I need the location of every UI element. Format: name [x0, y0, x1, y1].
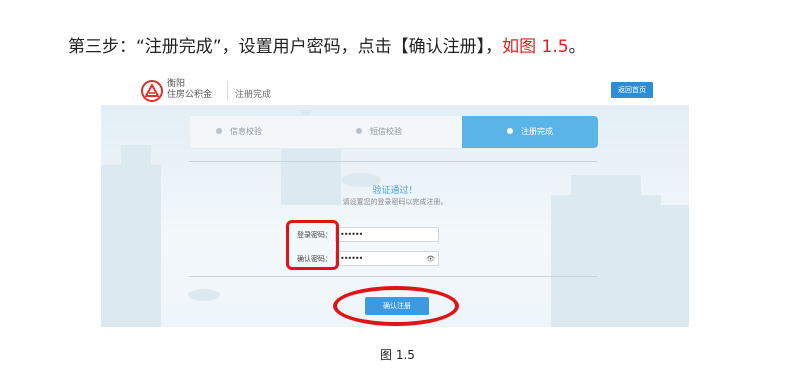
divider [189, 161, 597, 162]
eye-icon[interactable]: 👁 [426, 253, 435, 266]
confirm-password-input[interactable]: •••••• 👁 [335, 251, 439, 266]
step-dot-icon [216, 127, 222, 134]
step-3: 注册完成 [462, 116, 598, 148]
home-button[interactable]: 返回首页 [611, 82, 653, 98]
step-1: 信息校验 [216, 116, 262, 148]
figure-reference: 如图 1.5 [502, 37, 569, 57]
step-1-label: 信息校验 [230, 127, 262, 136]
registration-screenshot: 衡阳 住房公积金 注册完成 返回首页 信息校验 短信校验 注册完成 验证通过！ … [101, 75, 689, 327]
instruction-main: 第三步：“注册完成”，设置用户密码，点击【确认注册】， [68, 37, 503, 57]
logo-line1: 衡阳 [167, 79, 186, 89]
instruction-text: 第三步：“注册完成”，设置用户密码，点击【确认注册】，如图 1.5。 [68, 32, 586, 57]
divider [189, 276, 597, 277]
step-dot-icon [356, 127, 362, 134]
header-divider [227, 81, 228, 101]
figure-caption: 图 1.5 [380, 348, 415, 362]
highlight-oval [333, 286, 459, 326]
instruction-end: 。 [568, 37, 586, 57]
site-header: 衡阳 住房公积金 注册完成 返回首页 [101, 75, 689, 105]
logo-text: 衡阳 住房公积金 [167, 79, 221, 101]
success-title: 验证通过！ [372, 186, 418, 196]
logo-line2: 住房公积金 [167, 90, 213, 100]
logo-icon [141, 80, 163, 102]
password-input[interactable]: •••••• [335, 227, 439, 242]
breadcrumb: 注册完成 [235, 90, 272, 100]
step-2-label: 短信校验 [370, 127, 402, 136]
step-progress: 信息校验 短信校验 注册完成 [189, 115, 598, 149]
step-3-label: 注册完成 [521, 127, 553, 136]
success-subtitle: 请设置您的登录密码以完成注册。 [342, 198, 448, 206]
step-dot-icon [507, 127, 513, 134]
step-2: 短信校验 [356, 116, 402, 148]
confirm-password-value: •••••• [340, 254, 363, 263]
highlight-box [286, 220, 339, 270]
